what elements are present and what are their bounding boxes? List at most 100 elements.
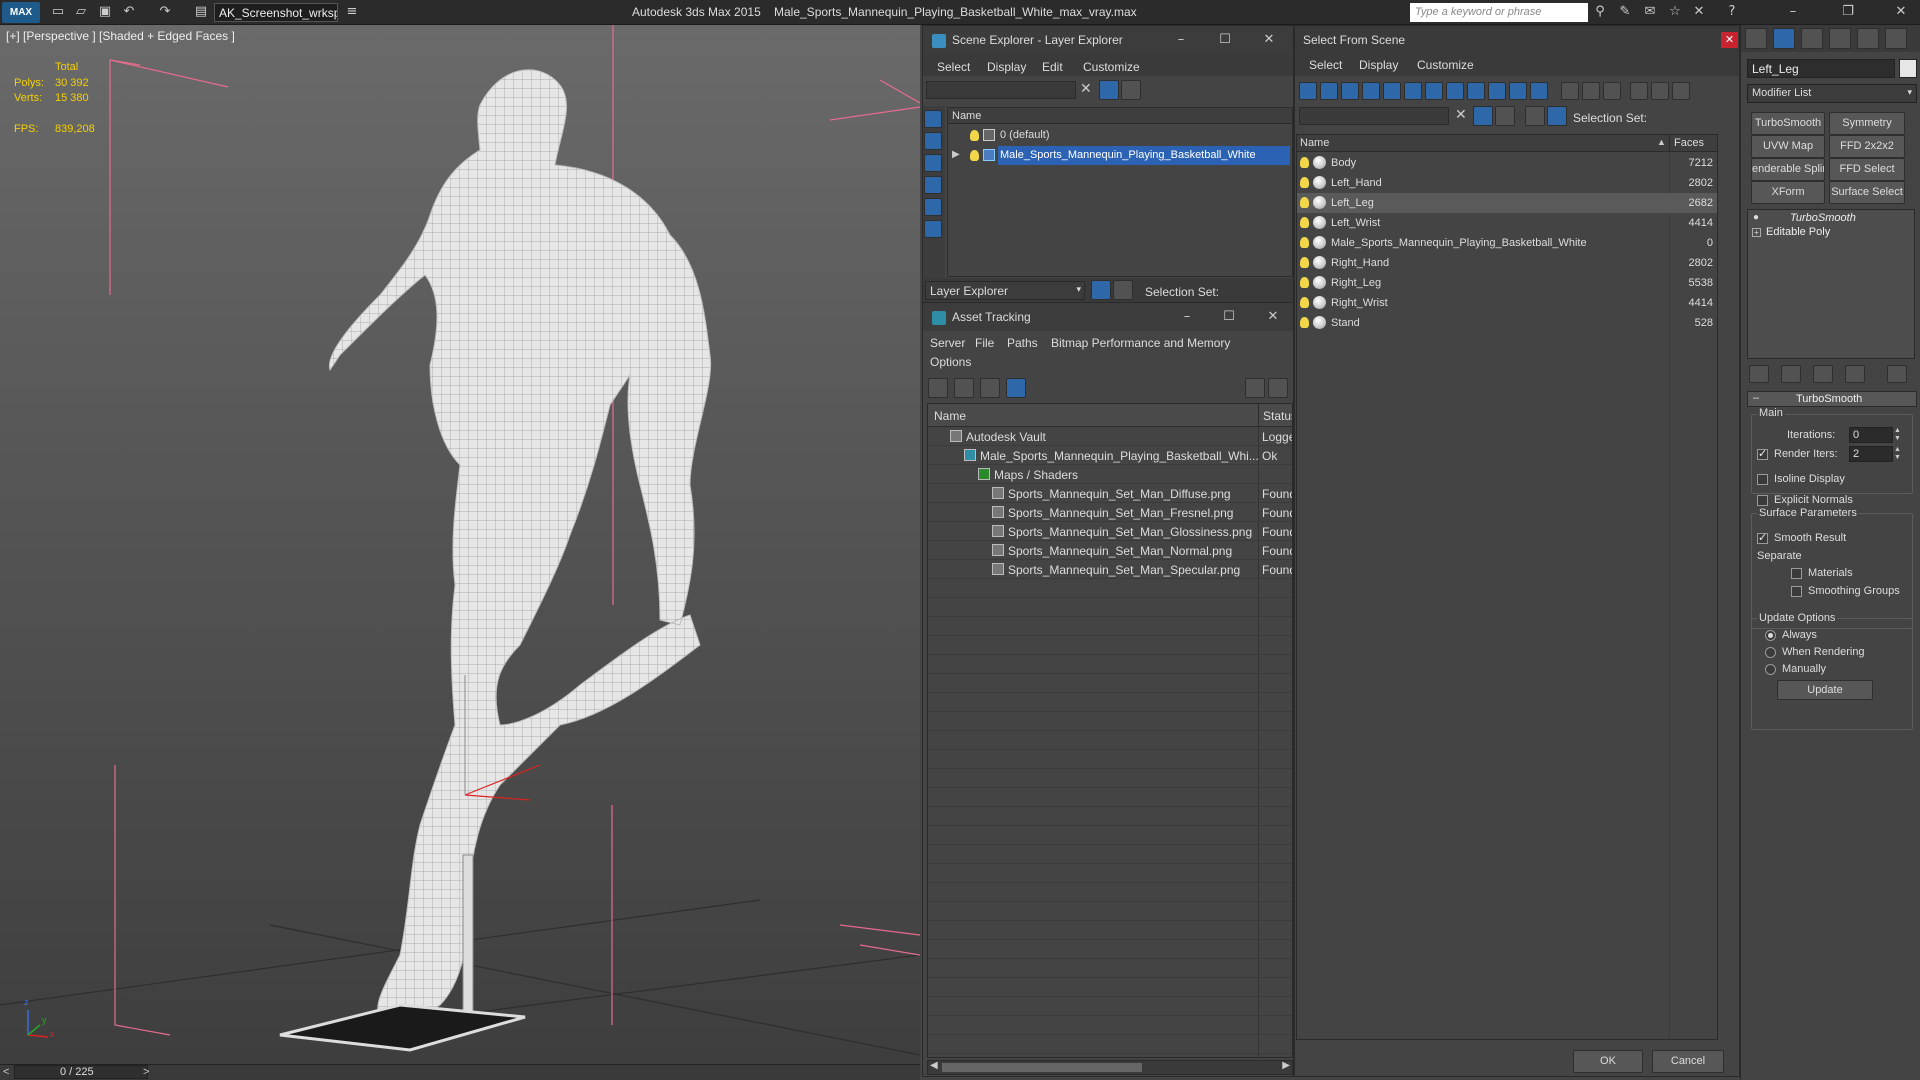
clear-search-icon[interactable]: ✕ [1080, 81, 1092, 97]
object-row[interactable]: Left_Hand 2802 [1297, 173, 1717, 193]
tab-hierarchy-icon[interactable] [1801, 28, 1823, 49]
cancel-button[interactable]: Cancel [1652, 1050, 1724, 1073]
light-bulb-icon[interactable] [970, 150, 979, 161]
iterations-spinner-arrows[interactable]: ▲ ▼ [1894, 427, 1901, 443]
object-row[interactable]: Body 7212 [1297, 153, 1717, 173]
hierarchy-icon[interactable] [1547, 106, 1567, 126]
asset-row[interactable]: Sports_Mannequin_Set_Man_Normal.png Found [928, 541, 1292, 561]
light-bulb-icon[interactable] [1300, 277, 1309, 288]
render-iters-spinner[interactable]: 2 [1849, 446, 1893, 462]
column-header-name[interactable]: Name [1297, 135, 1669, 152]
light-bulb-icon[interactable] [1300, 237, 1309, 248]
display-geometry-icon[interactable] [1299, 82, 1317, 100]
sort-by-layer-icon[interactable] [1525, 106, 1545, 126]
restore-icon[interactable]: ❐ [1840, 4, 1856, 20]
display-space-warps-icon[interactable] [1404, 82, 1422, 100]
light-bulb-icon[interactable] [1300, 217, 1309, 228]
horizontal-scrollbar[interactable]: ◀ ▶ [927, 1060, 1293, 1075]
layer-row[interactable]: 0 (default) [948, 126, 1292, 146]
ffd-2x2x2-button[interactable]: FFD 2x2x2 [1829, 135, 1905, 158]
menu-customize[interactable]: Customize [1083, 60, 1140, 74]
scrollbar-thumb[interactable] [942, 1063, 1142, 1072]
minimize-icon[interactable]: – [1173, 32, 1189, 47]
select-search-input[interactable] [1299, 107, 1449, 125]
renderable-spline-button[interactable]: enderable Splin [1751, 158, 1825, 181]
object-color-swatch[interactable] [1899, 59, 1917, 78]
manually-radio[interactable] [1765, 664, 1776, 675]
table-view-icon[interactable] [1006, 378, 1026, 398]
menu-file[interactable]: File [975, 336, 994, 350]
close-icon[interactable]: ✕ [1721, 32, 1738, 48]
configure-modifier-sets-icon[interactable] [1887, 365, 1907, 383]
stack-item-turbosmooth[interactable]: TurboSmooth [1790, 212, 1856, 224]
asset-row[interactable]: Maps / Shaders [928, 465, 1292, 485]
select-dialog-titlebar[interactable]: Select From Scene ✕ [1295, 26, 1739, 54]
materials-checkbox[interactable] [1791, 568, 1802, 579]
exchange-icon[interactable]: ✕ [1691, 4, 1707, 20]
new-file-icon[interactable]: ▭ [50, 4, 66, 20]
tab-modify-icon[interactable] [1773, 28, 1795, 49]
undo-icon[interactable]: ↶ [121, 4, 137, 20]
expand-icon[interactable]: + [1752, 228, 1761, 237]
object-row[interactable]: Left_Leg 2682 [1297, 193, 1717, 213]
menu-display[interactable]: Display [987, 60, 1026, 74]
light-bulb-icon[interactable] [1300, 177, 1309, 188]
always-radio[interactable] [1765, 630, 1776, 641]
display-filter-options-icon[interactable] [1630, 82, 1648, 100]
display-hidden-icon[interactable] [1530, 82, 1548, 100]
display-helpers-icon[interactable] [1383, 82, 1401, 100]
prev-frame-button[interactable]: < [3, 1066, 9, 1078]
tab-create-icon[interactable] [1745, 28, 1767, 49]
light-bulb-icon[interactable] [1300, 157, 1309, 168]
surface-select-button[interactable]: Surface Select [1829, 181, 1905, 204]
explorer-type-dropdown[interactable]: Layer Explorer ▾ [925, 281, 1085, 300]
help-icon[interactable]: ? [1724, 4, 1740, 20]
maximize-icon[interactable]: ☐ [1217, 32, 1233, 47]
search-input[interactable]: Type a keyword or phrase [1410, 3, 1588, 22]
menu-options[interactable]: Options [930, 355, 971, 369]
make-unique-icon[interactable] [1813, 365, 1833, 383]
render-iters-checkbox[interactable] [1757, 447, 1768, 460]
minimize-icon[interactable]: – [1785, 4, 1801, 20]
object-name-field[interactable]: Left_Leg [1747, 59, 1895, 78]
explicit-normals-checkbox[interactable] [1757, 495, 1768, 506]
hierarchy-icon[interactable] [1113, 280, 1133, 300]
turbosmooth-rollout-header[interactable]: – TurboSmooth [1747, 391, 1917, 407]
layer-row[interactable]: ▶ Male_Sports_Mannequin_Playing_Basketba… [948, 146, 1292, 166]
isoline-display-checkbox[interactable] [1757, 474, 1768, 485]
symmetry-button[interactable]: Symmetry [1829, 112, 1905, 135]
asset-row[interactable]: Autodesk Vault Logge [928, 427, 1292, 447]
pin-stack-icon[interactable] [1749, 365, 1769, 383]
column-header-name[interactable]: Name [928, 404, 1258, 427]
light-bulb-icon[interactable] [1300, 297, 1309, 308]
time-slider[interactable]: < 0 / 225 > [0, 1064, 920, 1080]
menu-bitmap-performance[interactable]: Bitmap Performance and Memory [1051, 336, 1230, 350]
display-containers-icon[interactable] [1488, 82, 1506, 100]
light-bulb-icon[interactable] [1300, 197, 1309, 208]
menu-select[interactable]: Select [937, 60, 970, 74]
iterations-spinner[interactable]: 0 [1849, 427, 1893, 443]
menu-paths[interactable]: Paths [1007, 336, 1038, 350]
list-view-icon[interactable] [954, 378, 974, 398]
close-icon[interactable]: ✕ [1261, 32, 1277, 47]
display-shapes-icon[interactable] [924, 154, 942, 172]
object-row[interactable]: Right_Leg 5538 [1297, 273, 1717, 293]
object-row[interactable]: Right_Hand 2802 [1297, 253, 1717, 273]
update-button[interactable]: Update [1777, 680, 1873, 700]
asset-row[interactable]: Sports_Mannequin_Set_Man_Diffuse.png Foun… [928, 484, 1292, 504]
clear-search-icon[interactable]: ✕ [1455, 107, 1467, 123]
show-end-result-icon[interactable] [1781, 365, 1801, 383]
scroll-right-icon[interactable]: ▶ [1282, 1060, 1290, 1071]
save-icon[interactable]: ▣ [97, 4, 113, 20]
ffd-select-button[interactable]: FFD Select [1829, 158, 1905, 181]
help-icon[interactable] [1245, 378, 1265, 398]
refresh-icon[interactable] [928, 378, 948, 398]
light-bulb-icon[interactable] [1300, 257, 1309, 268]
when-rendering-radio[interactable] [1765, 647, 1776, 658]
settings-icon[interactable] [1268, 378, 1288, 398]
perspective-viewport[interactable]: [+] [Perspective ] [Shaded + Edged Faces… [0, 25, 920, 1064]
object-row[interactable]: Male_Sports_Mannequin_Playing_Basketball… [1297, 233, 1717, 253]
display-none-icon[interactable] [924, 110, 942, 128]
light-bulb-icon[interactable] [1300, 317, 1309, 328]
display-columns-icon[interactable] [1672, 82, 1690, 100]
